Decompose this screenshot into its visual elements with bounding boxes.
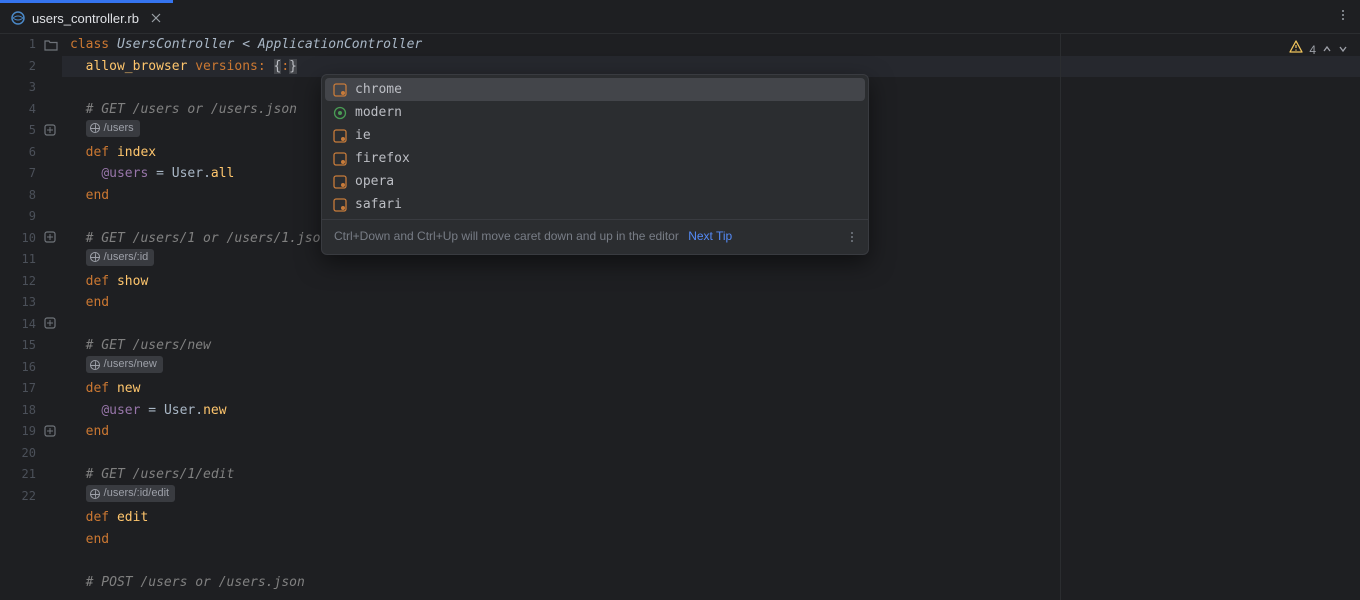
kebab-menu-icon[interactable] xyxy=(844,229,860,245)
constant-icon xyxy=(333,106,347,120)
method-name: show xyxy=(117,274,148,289)
route-badge[interactable]: /users/new xyxy=(86,356,163,373)
route-badge[interactable]: /users/:id/edit xyxy=(86,485,175,502)
next-tip-link[interactable]: Next Tip xyxy=(688,229,732,243)
line-number: 8 xyxy=(29,185,36,207)
line-number: 6 xyxy=(29,142,36,164)
method-call: allow_browser xyxy=(86,59,188,74)
folder-icon[interactable] xyxy=(44,38,58,52)
globe-icon xyxy=(90,489,100,499)
right-margin-line xyxy=(1060,34,1061,600)
instance-variable: @user xyxy=(101,403,140,418)
close-icon[interactable] xyxy=(149,11,163,25)
gutter: 1 2 3 4 5 6 7 8 9 10 11 12 13 14 xyxy=(0,34,62,600)
class-name: UsersController xyxy=(117,37,234,52)
completion-label: modern xyxy=(355,102,402,124)
comment: # GET /users/new xyxy=(86,338,211,353)
chevron-down-icon[interactable] xyxy=(1338,40,1348,62)
symbol-icon xyxy=(333,83,347,97)
method-name: new xyxy=(117,381,140,396)
comment: # GET /users or /users.json xyxy=(86,102,297,117)
symbol-icon xyxy=(333,152,347,166)
completion-label: safari xyxy=(355,194,402,216)
comment: # GET /users/1 or /users/1.json xyxy=(86,231,329,246)
line-number: 5 xyxy=(29,120,36,142)
completion-item-modern[interactable]: modern xyxy=(325,101,865,124)
completion-item-ie[interactable]: ie xyxy=(325,124,865,147)
completion-item-safari[interactable]: safari xyxy=(325,193,865,216)
line-number: 15 xyxy=(22,335,36,357)
completion-label: opera xyxy=(355,171,394,193)
symbol-icon xyxy=(333,129,347,143)
tab-filename: users_controller.rb xyxy=(32,11,139,26)
completion-tip: Ctrl+Down and Ctrl+Up will move caret do… xyxy=(334,229,679,243)
symbol-key: versions: xyxy=(195,59,265,74)
override-icon[interactable] xyxy=(44,317,58,331)
code-content[interactable]: 4 class UsersController < ApplicationCon… xyxy=(62,34,1360,600)
method-name: index xyxy=(117,145,156,160)
route-badge[interactable]: /users xyxy=(86,120,140,137)
tab-overflow-menu[interactable] xyxy=(1326,8,1360,26)
editor-area[interactable]: 1 2 3 4 5 6 7 8 9 10 11 12 13 14 xyxy=(0,34,1360,600)
line-number: 12 xyxy=(22,271,36,293)
override-icon[interactable] xyxy=(44,124,58,138)
completion-item-firefox[interactable]: firefox xyxy=(325,147,865,170)
route-badge[interactable]: /users/:id xyxy=(86,249,155,266)
line-number: 2 xyxy=(29,56,36,78)
line-number: 7 xyxy=(29,163,36,185)
override-icon[interactable] xyxy=(44,425,58,439)
method-name: edit xyxy=(117,510,148,525)
line-number: 17 xyxy=(22,378,36,400)
completion-item-chrome[interactable]: chrome xyxy=(325,78,865,101)
completion-popup: chrome modern ie xyxy=(321,74,869,255)
warning-count: 4 xyxy=(1309,40,1316,62)
symbol-icon xyxy=(333,198,347,212)
line-number: 9 xyxy=(29,206,36,228)
line-number: 1 xyxy=(29,34,36,56)
line-number: 19 xyxy=(22,421,36,443)
globe-icon xyxy=(90,252,100,262)
line-number: 13 xyxy=(22,292,36,314)
globe-icon xyxy=(90,360,100,370)
comment: # POST /users or /users.json xyxy=(86,575,305,590)
symbol-icon xyxy=(333,175,347,189)
warning-icon xyxy=(1289,40,1303,62)
line-number: 16 xyxy=(22,357,36,379)
keyword-class: class xyxy=(70,37,109,52)
brace-close: } xyxy=(289,59,297,74)
override-icon[interactable] xyxy=(44,231,58,245)
line-number: 14 xyxy=(22,314,36,336)
line-number: 10 xyxy=(22,228,36,250)
completion-label: ie xyxy=(355,125,371,147)
completion-label: firefox xyxy=(355,148,410,170)
completion-label: chrome xyxy=(355,79,402,101)
symbol-colon: : xyxy=(281,59,289,74)
parent-class: ApplicationController xyxy=(258,37,422,52)
comment: # GET /users/1/edit xyxy=(86,467,235,482)
line-number: 3 xyxy=(29,77,36,99)
line-number: 11 xyxy=(22,249,36,271)
line-number: 4 xyxy=(29,99,36,121)
inspections-widget[interactable]: 4 xyxy=(1289,40,1348,62)
instance-variable: @users xyxy=(101,166,148,181)
editor-tab[interactable]: users_controller.rb xyxy=(0,0,173,33)
line-number: 21 xyxy=(22,464,36,486)
completion-item-opera[interactable]: opera xyxy=(325,170,865,193)
line-number: 20 xyxy=(22,443,36,465)
globe-icon xyxy=(90,123,100,133)
line-number: 18 xyxy=(22,400,36,422)
line-number: 22 xyxy=(22,486,36,508)
chevron-up-icon[interactable] xyxy=(1322,40,1332,62)
ruby-file-icon xyxy=(10,10,26,26)
